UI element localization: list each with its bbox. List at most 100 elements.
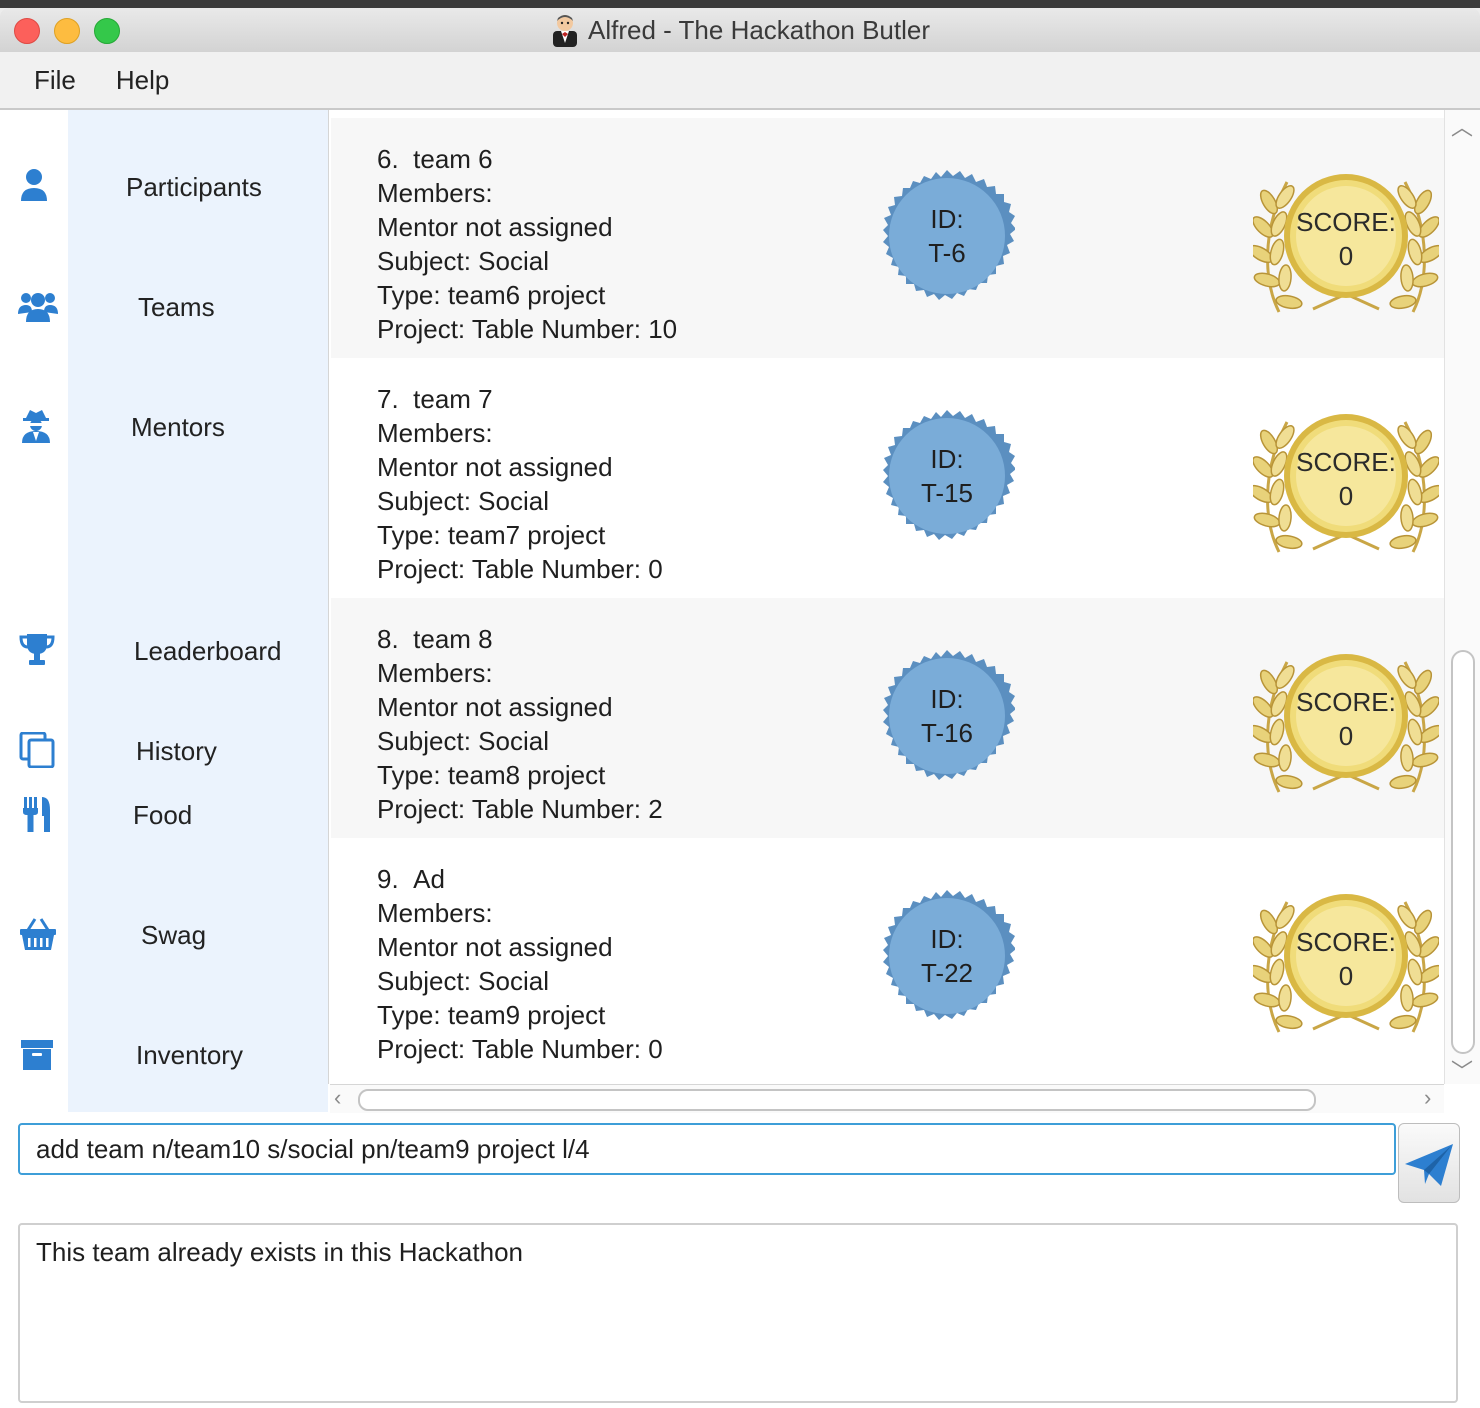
utensils-icon	[23, 797, 50, 832]
team-details: 9. Ad Members: Mentor not assigned Subje…	[377, 862, 663, 1066]
team-heading: 9. Ad	[377, 862, 663, 896]
sidebar-item-food[interactable]: Food	[0, 784, 328, 844]
users-icon	[18, 293, 58, 322]
send-button[interactable]	[1398, 1123, 1460, 1203]
sidebar-label-swag: Swag	[141, 920, 207, 950]
team-mentor: Mentor not assigned	[377, 212, 613, 242]
score-label: SCORE:	[1296, 687, 1396, 717]
team-members: Members:	[377, 178, 493, 208]
team-score: 0	[1338, 721, 1354, 751]
team-heading: 6. team 6	[377, 142, 677, 176]
team-type: Type: team8 project	[377, 760, 606, 790]
score-badge: SCORE: 0	[1253, 874, 1439, 1044]
score-badge: SCORE: 0	[1253, 394, 1439, 564]
archive-icon	[21, 1040, 53, 1070]
team-project: Project: Table Number: 0	[377, 554, 663, 584]
team-index: 9.	[377, 864, 399, 894]
desktop-top-strip	[0, 0, 1480, 8]
sidebar-label-leaderboard: Leaderboard	[134, 636, 282, 666]
sidebar-label-participants: Participants	[126, 172, 262, 202]
user-secret-icon	[22, 410, 50, 443]
team-score: 0	[1338, 481, 1354, 511]
score-label: SCORE:	[1296, 927, 1396, 957]
team-mentor: Mentor not assigned	[377, 932, 613, 962]
id-badge: ID: T-6	[879, 168, 1016, 304]
score-label: SCORE:	[1296, 447, 1396, 477]
team-card[interactable]: 8. team 8 Members: Mentor not assigned S…	[331, 598, 1445, 838]
result-display: This team already exists in this Hackath…	[18, 1223, 1458, 1403]
team-subject: Subject: Social	[377, 486, 549, 516]
score-label: SCORE:	[1296, 207, 1396, 237]
team-project: Project: Table Number: 2	[377, 794, 663, 824]
team-name: team 7	[413, 384, 493, 414]
menu-file[interactable]: File	[34, 65, 76, 96]
team-subject: Subject: Social	[377, 966, 549, 996]
menu-help[interactable]: Help	[116, 65, 169, 96]
team-id: T-15	[920, 478, 974, 508]
team-score: 0	[1338, 241, 1354, 271]
team-index: 6.	[377, 144, 399, 174]
sidebar-item-inventory[interactable]: Inventory	[0, 1024, 328, 1084]
score-badge: SCORE: 0	[1253, 634, 1439, 804]
vertical-scrollbar[interactable]: ︿ ﹀	[1444, 110, 1480, 1084]
sidebar-item-participants[interactable]: Participants	[0, 156, 328, 216]
sidebar-label-food: Food	[133, 800, 193, 830]
scroll-down-icon[interactable]: ﹀	[1451, 1054, 1473, 1086]
sidebar-label-mentors: Mentors	[131, 412, 225, 442]
team-name: team 6	[413, 144, 493, 174]
sidebar-label-teams: Teams	[138, 292, 215, 322]
vertical-scroll-thumb[interactable]	[1451, 650, 1475, 1054]
sidebar-item-swag[interactable]: Swag	[0, 904, 328, 964]
id-badge: ID: T-22	[879, 888, 1016, 1024]
team-index: 8.	[377, 624, 399, 654]
scroll-left-icon[interactable]: ‹	[334, 1085, 341, 1111]
sidebar: Participants Teams Mentors Leaderboard H…	[0, 110, 328, 1112]
team-type: Type: team9 project	[377, 1000, 606, 1030]
team-heading: 7. team 7	[377, 382, 663, 416]
sidebar-label-inventory: Inventory	[136, 1040, 243, 1070]
window-title: Alfred - The Hackathon Butler	[587, 14, 931, 45]
title-group: Alfred - The Hackathon Butler	[0, 8, 1480, 52]
team-project: Project: Table Number: 0	[377, 1034, 663, 1064]
team-card[interactable]: 9. Ad Members: Mentor not assigned Subje…	[331, 838, 1445, 1078]
team-details: 7. team 7 Members: Mentor not assigned S…	[377, 382, 663, 586]
command-input[interactable]	[18, 1123, 1396, 1175]
id-badge: ID: T-16	[879, 648, 1016, 784]
scroll-right-icon[interactable]: ›	[1424, 1085, 1431, 1111]
team-members: Members:	[377, 418, 493, 448]
butler-icon	[552, 15, 577, 47]
team-name: Ad	[413, 864, 445, 894]
sidebar-item-mentors[interactable]: Mentors	[0, 396, 328, 456]
team-members: Members:	[377, 898, 493, 928]
id-label: ID:	[930, 444, 964, 474]
team-name: team 8	[413, 624, 493, 654]
scroll-up-icon[interactable]: ︿	[1451, 110, 1473, 142]
score-badge: SCORE: 0	[1253, 154, 1439, 324]
id-label: ID:	[930, 924, 964, 954]
team-type: Type: team6 project	[377, 280, 606, 310]
team-id: T-22	[920, 958, 974, 988]
team-id: T-6	[928, 238, 966, 268]
horizontal-scrollbar[interactable]: ‹ ›	[330, 1084, 1444, 1113]
team-card[interactable]: 7. team 7 Members: Mentor not assigned S…	[331, 358, 1445, 598]
horizontal-scroll-thumb[interactable]	[358, 1089, 1316, 1111]
team-id: T-16	[920, 718, 974, 748]
team-list: 6. team 6 Members: Mentor not assigned S…	[328, 110, 1480, 1084]
team-details: 8. team 8 Members: Mentor not assigned S…	[377, 622, 663, 826]
id-badge: ID: T-15	[879, 408, 1016, 544]
team-heading: 8. team 8	[377, 622, 663, 656]
copy-icon	[19, 732, 55, 768]
id-label: ID:	[930, 204, 964, 234]
team-details: 6. team 6 Members: Mentor not assigned S…	[377, 142, 677, 346]
user-icon	[21, 169, 47, 201]
team-card[interactable]: 6. team 6 Members: Mentor not assigned S…	[331, 118, 1445, 358]
basket-icon	[20, 918, 56, 950]
team-index: 7.	[377, 384, 399, 414]
sidebar-label-history: History	[136, 736, 217, 766]
sidebar-item-history[interactable]: History	[0, 720, 328, 780]
sidebar-item-teams[interactable]: Teams	[0, 276, 328, 336]
team-members: Members:	[377, 658, 493, 688]
sidebar-item-leaderboard[interactable]: Leaderboard	[0, 620, 328, 680]
trophy-icon	[19, 634, 55, 665]
result-text: This team already exists in this Hackath…	[36, 1237, 523, 1267]
